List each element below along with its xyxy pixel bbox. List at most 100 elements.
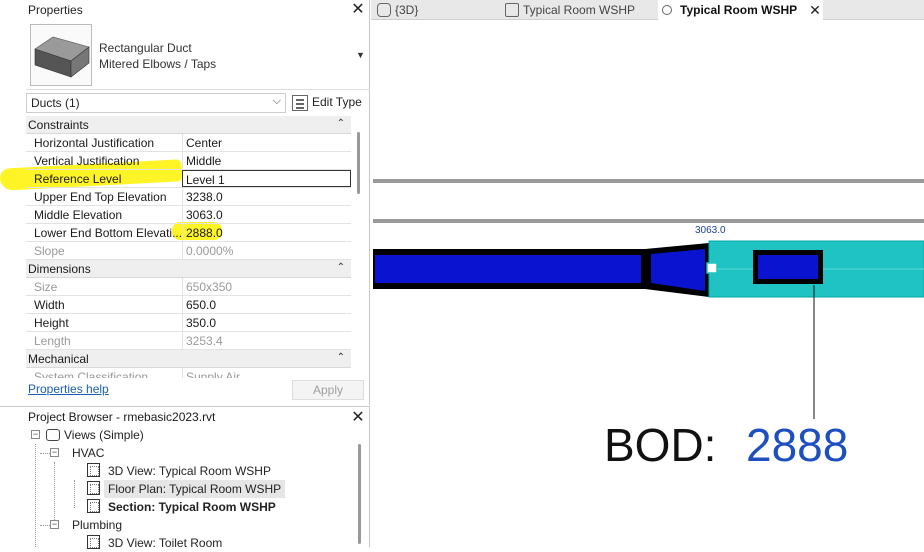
type-name-line1: Rectangular Duct [99, 41, 192, 55]
property-label: Width [34, 298, 65, 312]
property-label: Mechanical [28, 352, 89, 366]
property-label: Dimensions [28, 262, 91, 276]
property-category[interactable]: Dimensions ⌃ [26, 260, 351, 278]
property-category[interactable]: Constraints ⌃ [26, 116, 351, 134]
tree-hvac[interactable]: HVAC [72, 444, 104, 462]
collapse-toggle-icon[interactable]: − [50, 448, 59, 457]
property-label: Middle Elevation [34, 208, 123, 222]
close-icon[interactable]: ✕ [350, 2, 366, 18]
property-label: System Classification [34, 370, 149, 378]
property-row[interactable]: Vertical Justification Middle [26, 152, 351, 170]
property-value[interactable]: Center [182, 134, 351, 152]
property-value: 0.0000% [182, 242, 351, 260]
view-icon [87, 463, 100, 477]
apply-button[interactable]: Apply [292, 380, 364, 400]
collapse-toggle-icon[interactable]: − [50, 520, 59, 529]
properties-grid: Constraints ⌃ Horizontal Justification Cent… [26, 116, 351, 378]
property-label: Reference Level [34, 172, 122, 186]
type-selector[interactable]: Rectangular Duct Mitered Elbows / Taps ▼ [26, 20, 370, 90]
tab-3d[interactable]: {3D} [373, 0, 493, 20]
tree-views-root[interactable]: Views (Simple) [46, 426, 144, 444]
tree-plumbing[interactable]: Plumbing [72, 516, 122, 534]
property-label: Vertical Justification [34, 154, 140, 168]
tree-line [74, 480, 75, 508]
property-row[interactable]: Height 350.0 [26, 314, 351, 332]
property-value[interactable]: 3238.0 [182, 188, 351, 206]
bod-label: BOD: [604, 419, 717, 471]
terminal-fill [758, 255, 818, 279]
type-dropdown-arrow-icon[interactable]: ▼ [356, 50, 365, 60]
views-icon [46, 429, 60, 441]
property-value[interactable]: Level 1 [182, 170, 351, 187]
property-row[interactable]: Width 650.0 [26, 296, 351, 314]
tree-item-floor-plan[interactable]: Floor Plan: Typical Room WSHP [104, 480, 286, 498]
property-value[interactable]: 350.0 [182, 314, 351, 332]
tree-item-3d-view[interactable]: 3D View: Typical Room WSHP [108, 462, 271, 480]
edit-type-label: Edit Type [312, 95, 362, 109]
property-label: Constraints [28, 118, 89, 132]
floor-plan-icon [505, 3, 519, 17]
properties-scrollbar[interactable] [355, 116, 363, 378]
scroll-thumb[interactable] [357, 132, 360, 194]
property-row[interactable]: Length 3253.4 [26, 332, 351, 350]
tree-item-toilet-room[interactable]: 3D View: Toilet Room [108, 534, 222, 552]
property-value[interactable]: Middle [182, 152, 351, 170]
level-line-lower [373, 219, 924, 223]
property-label: Slope [34, 244, 65, 258]
properties-title: Properties [28, 3, 83, 17]
property-label: Upper End Top Elevation [34, 190, 167, 204]
bod-value: 2888 [746, 419, 849, 471]
property-row[interactable]: Slope 0.0000% [26, 242, 351, 260]
property-value[interactable]: 650.0 [182, 296, 351, 314]
close-icon[interactable]: ✕ [807, 2, 823, 18]
property-category[interactable]: Mechanical ⌃ [26, 350, 351, 368]
properties-panel: Properties ✕ Rectangular Duct Mitered El… [0, 0, 370, 405]
browser-scrollbar[interactable] [356, 428, 364, 547]
property-row[interactable]: Horizontal Justification Center [26, 134, 351, 152]
tab-floor-plan-label: Typical Room WSHP [523, 3, 636, 17]
filter-value: Ducts (1) [31, 96, 80, 110]
view-tabs: {3D} Typical Room WSHP Typical Room WSHP… [371, 0, 924, 20]
view-icon [87, 499, 100, 513]
property-row[interactable]: Lower End Bottom Elevati... 2888.0 [26, 224, 351, 242]
property-label: Horizontal Justification [34, 136, 155, 150]
property-value: Supply Air [182, 368, 351, 378]
close-icon[interactable]: ✕ [350, 410, 366, 426]
property-row[interactable]: System Classification Supply Air [26, 368, 351, 378]
tab-section[interactable]: Typical Room WSHP ✕ [658, 0, 823, 20]
element-filter-select[interactable]: Ducts (1) ⌵ [26, 93, 286, 113]
property-value: 3253.4 [182, 332, 351, 350]
property-label: Lower End Bottom Elevati... [34, 226, 182, 240]
property-row[interactable]: Upper End Top Elevation 3238.0 [26, 188, 351, 206]
section-icon [662, 5, 672, 15]
property-row[interactable]: Size 650x350 [26, 278, 351, 296]
tree-line [35, 444, 36, 547]
type-name-line2: Mitered Elbows / Taps [99, 57, 217, 71]
tab-section-label: Typical Room WSHP [680, 3, 798, 17]
collapse-chevron-icon[interactable]: ⌃ [337, 352, 345, 363]
property-value[interactable]: 3063.0 [182, 206, 351, 224]
collapse-chevron-icon[interactable]: ⌃ [337, 262, 345, 273]
duct-thumbnail-icon [30, 24, 92, 86]
tab-3d-label: {3D} [395, 3, 419, 17]
property-label: Height [34, 316, 69, 330]
elevation-tag: 3063.0 [695, 225, 726, 236]
property-value: 650x350 [182, 278, 351, 296]
tree-item-section[interactable]: Section: Typical Room WSHP [108, 498, 276, 516]
properties-help-link[interactable]: Properties help [28, 382, 109, 396]
view-icon [87, 481, 100, 495]
chevron-down-icon: ⌵ [272, 95, 281, 107]
tab-floor-plan[interactable]: Typical Room WSHP [501, 0, 651, 20]
collapse-toggle-icon[interactable]: − [31, 430, 40, 439]
grip-handle[interactable] [706, 262, 718, 274]
scroll-thumb[interactable] [358, 444, 361, 544]
edit-type-button[interactable]: Edit Type [290, 93, 366, 113]
property-row[interactable]: Middle Elevation 3063.0 [26, 206, 351, 224]
browser-title: Project Browser - rmebasic2023.rvt [28, 410, 216, 424]
house-3d-icon [377, 3, 391, 17]
property-row[interactable]: Reference Level Level 1 [26, 170, 351, 188]
collapse-chevron-icon[interactable]: ⌃ [337, 118, 345, 129]
property-label: Length [34, 334, 71, 348]
property-value[interactable]: 2888.0 [182, 224, 351, 242]
property-label: Size [34, 280, 58, 294]
